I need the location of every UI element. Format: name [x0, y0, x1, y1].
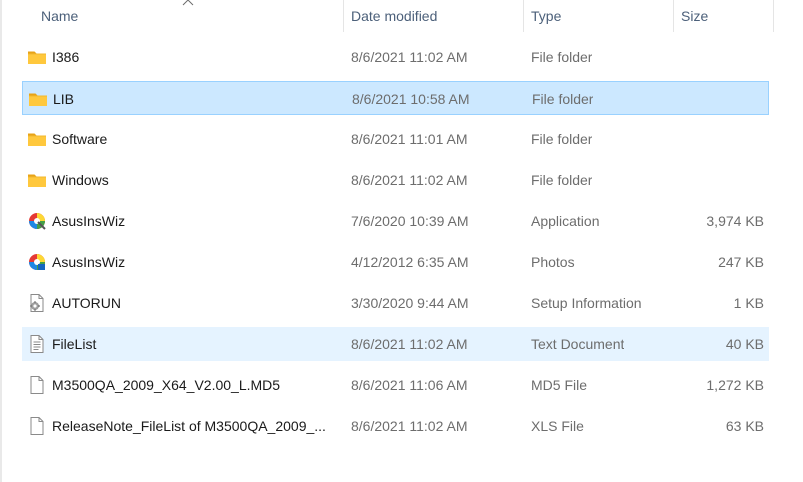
file-date-modified: 4/12/2012 6:35 AM	[351, 254, 469, 270]
file-row[interactable]: I386 8/6/2021 11:02 AM File folder	[22, 40, 769, 74]
column-separator[interactable]	[343, 0, 344, 32]
file-size: 63 KB	[725, 418, 764, 434]
file-type: Photos	[531, 254, 575, 270]
file-name: Software	[52, 131, 108, 147]
file-name: LIB	[53, 91, 75, 107]
file-row[interactable]: Software 8/6/2021 11:01 AM File folder	[22, 122, 769, 156]
text-document-icon	[27, 334, 47, 354]
file-date-modified: 8/6/2021 11:02 AM	[351, 172, 468, 188]
file-row[interactable]: ReleaseNote_FileList of M3500QA_2009_...…	[22, 409, 769, 443]
file-size: 3,974 KB	[706, 213, 764, 229]
pane-left-border	[0, 0, 2, 482]
file-date-modified: 8/6/2021 11:02 AM	[351, 336, 468, 352]
file-type: XLS File	[531, 418, 584, 434]
file-name: AsusInsWiz	[52, 213, 126, 229]
file-size: 1,272 KB	[706, 377, 764, 393]
setup-information-icon	[27, 293, 47, 313]
folder-icon	[28, 89, 48, 109]
file-icon	[27, 416, 47, 436]
file-name: AUTORUN	[52, 295, 121, 311]
file-type: File folder	[531, 172, 593, 188]
file-name: FileList	[52, 336, 97, 352]
column-header-type[interactable]: Type	[531, 0, 671, 32]
column-separator[interactable]	[773, 0, 774, 32]
file-type: File folder	[532, 91, 594, 107]
column-separator[interactable]	[523, 0, 524, 32]
file-row[interactable]: LIB 8/6/2021 10:58 AM File folder	[22, 81, 769, 115]
sort-ascending-icon	[182, 0, 194, 6]
file-row[interactable]: AUTORUN 3/30/2020 9:44 AM Setup Informatio…	[22, 286, 769, 320]
file-size: 1 KB	[733, 295, 764, 311]
file-type: Setup Information	[531, 295, 642, 311]
file-date-modified: 8/6/2021 11:06 AM	[351, 377, 468, 393]
column-header-bar: Name Date modified Type Size	[0, 0, 803, 32]
file-row[interactable]: AsusInsWiz 7/6/2020 10:39 AM Application 3,…	[22, 204, 769, 238]
column-separator[interactable]	[673, 0, 674, 32]
file-row[interactable]: AsusInsWiz 4/12/2012 6:35 AM Photos 247 KB	[22, 245, 769, 279]
file-date-modified: 8/6/2021 11:02 AM	[351, 418, 468, 434]
file-type: MD5 File	[531, 377, 588, 393]
file-date-modified: 8/6/2021 11:01 AM	[351, 131, 468, 147]
file-size: 40 KB	[725, 336, 764, 352]
file-row[interactable]: Windows 8/6/2021 11:02 AM File folder	[22, 163, 769, 197]
file-row[interactable]: FileList 8/6/2021 11:02 AM Text Document 40…	[22, 327, 769, 361]
folder-icon	[27, 170, 47, 190]
file-type: File folder	[531, 131, 593, 147]
file-date-modified: 8/6/2021 11:02 AM	[351, 49, 468, 65]
file-date-modified: 3/30/2020 9:44 AM	[351, 295, 469, 311]
folder-icon	[27, 47, 47, 67]
file-type: Text Document	[531, 336, 625, 352]
column-header-size[interactable]: Size	[681, 0, 771, 32]
file-name: AsusInsWiz	[52, 254, 126, 270]
file-name: M3500QA_2009_X64_V2.00_L.MD5	[52, 377, 281, 393]
file-name: I386	[52, 49, 80, 65]
file-type: File folder	[531, 49, 593, 65]
file-row[interactable]: M3500QA_2009_X64_V2.00_L.MD5 8/6/2021 11:…	[22, 368, 769, 402]
file-icon	[27, 375, 47, 395]
file-date-modified: 7/6/2020 10:39 AM	[351, 213, 469, 229]
file-name: ReleaseNote_FileList of M3500QA_2009_...	[52, 418, 326, 434]
column-header-date-modified[interactable]: Date modified	[351, 0, 521, 32]
file-type: Application	[531, 213, 600, 229]
folder-icon	[27, 129, 47, 149]
file-size: 247 KB	[718, 254, 764, 270]
file-name: Windows	[52, 172, 109, 188]
application-icon	[27, 211, 47, 231]
file-date-modified: 8/6/2021 10:58 AM	[352, 91, 470, 107]
photos-icon	[27, 252, 47, 272]
